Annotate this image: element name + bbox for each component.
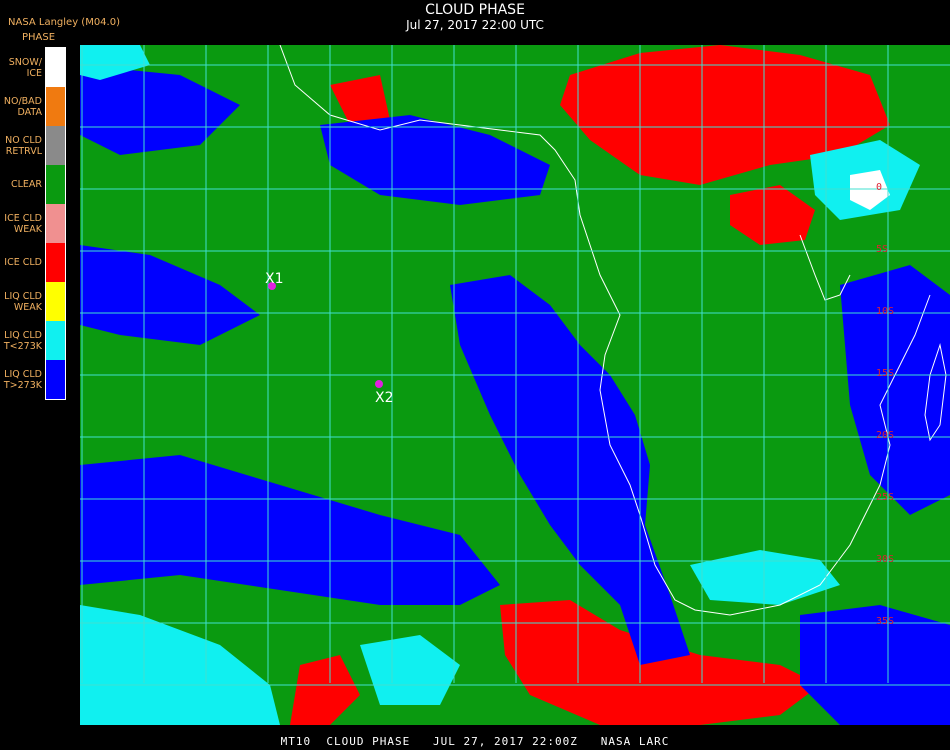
legend-label: ICE CLD WEAK xyxy=(4,212,42,235)
latitude-label: 20S xyxy=(876,430,894,441)
liquid-cold-south-patch xyxy=(360,635,460,705)
marker-x2-dot xyxy=(375,380,383,388)
datetime-label: Jul 27, 2017 22:00 UTC xyxy=(406,18,544,32)
marker-x2[interactable]: X2 xyxy=(375,380,394,406)
liquid-cloud-east xyxy=(840,265,950,515)
legend-label: LIQ CLD T<273K xyxy=(3,329,42,352)
coastline-east-africa xyxy=(799,234,851,301)
legend-label: NO CLD RETRVL xyxy=(5,134,42,157)
map-canvas: 0 5S 10S 15S 20S 25S 30S 35S X1 X2 xyxy=(80,45,950,725)
liquid-cloud-west xyxy=(80,245,260,345)
latitude-label: 25S xyxy=(876,492,894,503)
legend-label: NO/BAD DATA xyxy=(3,95,42,118)
ice-cloud-south-west xyxy=(290,655,360,725)
liquid-cold-south-africa xyxy=(690,550,840,605)
page-title: CLOUD PHASE xyxy=(425,2,525,18)
legend-label: ICE CLD xyxy=(4,257,42,268)
legend-frame xyxy=(45,47,66,400)
latitude-label: 35S xyxy=(876,616,894,627)
latitude-label: 5S xyxy=(876,244,888,255)
marker-x2-label: X2 xyxy=(375,390,394,406)
latitude-label: 10S xyxy=(876,306,894,317)
legend-label: CLEAR xyxy=(10,179,42,190)
marker-x1-label: X1 xyxy=(265,271,284,287)
legend-label: SNOW/ ICE xyxy=(8,56,42,79)
ice-cloud-east-patch xyxy=(730,185,815,245)
latitude-label: 30S xyxy=(876,554,894,565)
footer-caption: MT10 CLOUD PHASE JUL 27, 2017 22:00Z NAS… xyxy=(280,735,670,748)
legend-title: PHASE xyxy=(22,32,56,43)
liquid-cloud-south-west xyxy=(80,455,500,605)
latitude-label: 0 xyxy=(876,182,882,193)
legend-label: LIQ CLD WEAK xyxy=(4,290,42,313)
cloud-phase-map[interactable]: 0 5S 10S 15S 20S 25S 30S 35S X1 X2 xyxy=(80,45,950,725)
legend-label: LIQ CLD T>273K xyxy=(3,368,42,391)
latitude-label: 15S xyxy=(876,368,894,379)
